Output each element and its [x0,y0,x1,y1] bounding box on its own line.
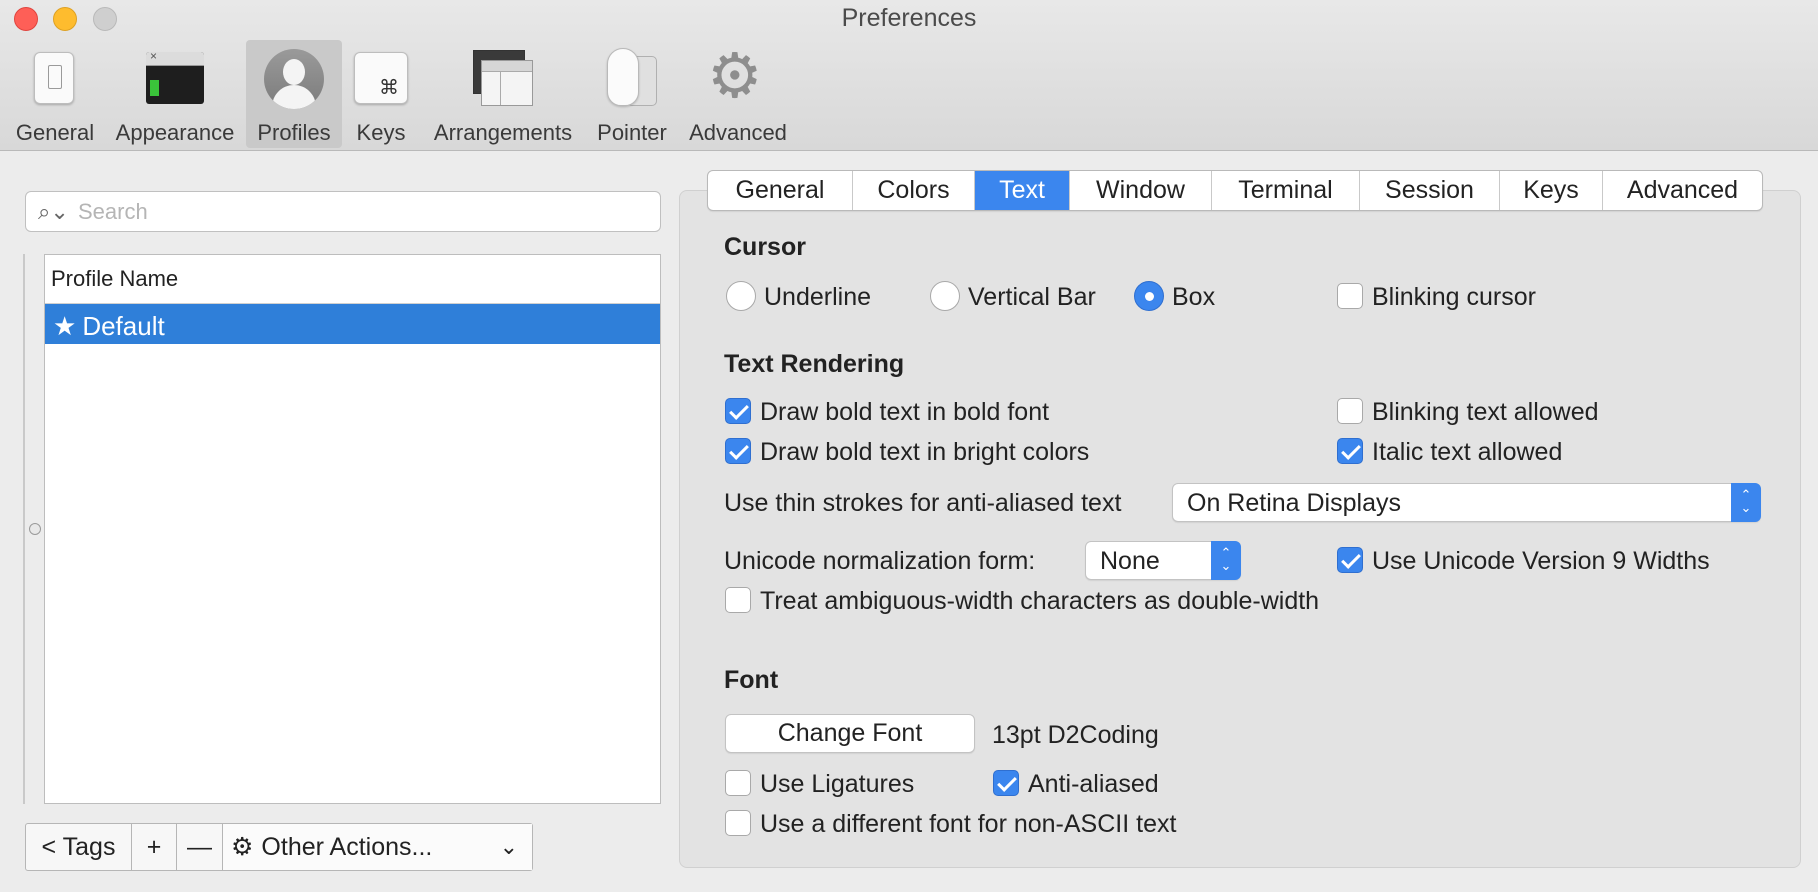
toolbar-advanced[interactable]: ⚙ Advanced [684,40,792,148]
cursor-box-label: Box [1172,283,1216,311]
blinking-text-label: Blinking text allowed [1372,398,1599,426]
unicode-normalization-select[interactable]: None ⌃ ⌄ [1085,541,1241,580]
cursor-box-radio[interactable] [1134,281,1164,311]
toolbar-keys[interactable]: ⌘ Keys [348,40,414,148]
command-key-icon: ⌘ [348,46,414,112]
thin-strokes-select[interactable]: On Retina Displays ⌃ ⌄ [1172,483,1761,522]
tab-text[interactable]: Text [975,171,1070,210]
ambiguous-width-checkbox[interactable] [725,587,751,613]
search-icon[interactable]: ⌕⌄ [38,199,69,225]
font-section-title: Font [724,666,779,694]
profile-name: Default [82,310,165,341]
unicode-normalization-label: Unicode normalization form: [724,547,1036,575]
thin-strokes-label: Use thin strokes for anti-aliased text [724,489,1122,517]
title-bar: Preferences General Appearance Profiles … [0,0,1818,151]
profile-search: ⌕⌄ [25,191,661,232]
list-item[interactable]: ★ Default [45,304,660,344]
search-input[interactable] [78,196,648,227]
bright-colors-label: Draw bold text in bright colors [760,438,1090,466]
blinking-cursor-label: Blinking cursor [1372,283,1536,311]
toolbar-appearance[interactable]: Appearance [110,40,240,148]
profile-tabs: General Colors Text Window Terminal Sess… [707,170,1763,211]
chevron-down-icon: ⌄ [499,834,518,859]
select-arrows-icon: ⌃ ⌄ [1211,541,1241,580]
window-arrangement-icon [470,46,536,112]
tab-session[interactable]: Session [1360,171,1500,210]
mouse-icon [599,46,665,112]
toolbar-pointer[interactable]: Pointer [590,40,674,148]
select-arrows-icon: ⌃ ⌄ [1731,483,1761,522]
tab-terminal[interactable]: Terminal [1212,171,1360,210]
terminal-window-icon [142,46,208,112]
profile-list: Profile Name ★ Default [44,254,661,804]
cursor-underline-label: Underline [764,283,872,311]
gear-icon: ⚙ [231,833,254,861]
toolbar-label: Keys [356,120,406,145]
toolbar-label: Appearance [115,120,235,145]
blinking-text-checkbox[interactable] [1337,398,1363,424]
cursor-section-title: Cursor [724,233,806,261]
bright-colors-checkbox[interactable] [725,438,751,464]
other-actions-menu[interactable]: ⚙ Other Actions... ⌄ [223,824,532,870]
non-ascii-font-label: Use a different font for non-ASCII text [760,810,1177,838]
tags-button[interactable]: < Tags [26,824,132,870]
profile-name-column-header[interactable]: Profile Name [45,255,660,304]
add-profile-button[interactable]: + [132,824,177,870]
unicode-normalization-value: None [1100,547,1160,575]
gear-icon: ⚙ [707,42,763,111]
anti-aliased-checkbox[interactable] [993,770,1019,796]
toolbar-label: Profiles [257,120,331,145]
bold-font-checkbox[interactable] [725,398,751,424]
toolbar-arrangements[interactable]: Arrangements [428,40,578,148]
toolbar-label: General [15,120,95,145]
tab-general[interactable]: General [708,171,853,210]
italic-text-label: Italic text allowed [1372,438,1563,466]
use-ligatures-label: Use Ligatures [760,770,915,798]
toolbar-label: Pointer [597,120,667,145]
non-ascii-font-checkbox[interactable] [725,810,751,836]
other-actions-label: Other Actions... [261,832,433,861]
change-font-button[interactable]: Change Font [725,714,975,753]
split-handle[interactable] [29,523,41,535]
blinking-cursor-checkbox[interactable] [1337,283,1363,309]
cursor-vertical-bar-radio[interactable] [930,281,960,311]
current-font-label: 13pt D2Coding [992,721,1159,749]
tab-colors[interactable]: Colors [853,171,975,210]
toolbar-label: Arrangements [433,120,573,145]
cursor-underline-radio[interactable] [726,281,756,311]
unicode-widths-checkbox[interactable] [1337,547,1363,573]
anti-aliased-label: Anti-aliased [1028,770,1159,798]
text-rendering-section-title: Text Rendering [724,350,905,378]
toolbar-profiles[interactable]: Profiles [246,40,342,148]
window-title: Preferences [841,4,977,32]
toolbar-label: Advanced [689,120,787,145]
italic-text-checkbox[interactable] [1337,438,1363,464]
general-switch-icon [22,46,88,112]
profile-actions-bar: < Tags + — ⚙ Other Actions... ⌄ [25,823,533,871]
cursor-vertical-bar-label: Vertical Bar [968,283,1096,311]
use-ligatures-checkbox[interactable] [725,770,751,796]
tab-advanced[interactable]: Advanced [1603,171,1762,210]
star-icon: ★ [53,310,77,341]
user-silhouette-icon [261,46,327,112]
remove-profile-button[interactable]: — [177,824,223,870]
splitter [23,254,25,804]
bold-font-label: Draw bold text in bold font [760,398,1050,426]
thin-strokes-value: On Retina Displays [1187,489,1401,517]
tab-keys[interactable]: Keys [1500,171,1603,210]
tab-window[interactable]: Window [1070,171,1212,210]
ambiguous-width-label: Treat ambiguous-width characters as doub… [760,587,1320,615]
unicode-widths-label: Use Unicode Version 9 Widths [1372,547,1710,575]
toolbar-general[interactable]: General [10,40,100,148]
